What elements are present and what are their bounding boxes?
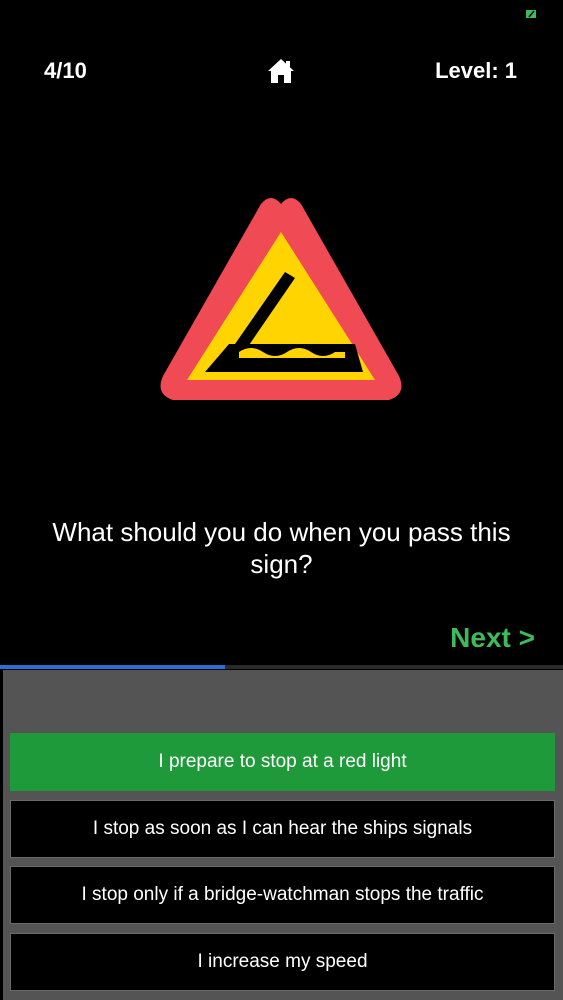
answer-option-4[interactable]: I increase my speed: [10, 933, 555, 991]
home-icon: [268, 59, 294, 83]
top-bar: 4/10 Level: 1: [0, 52, 563, 92]
answers-panel: I prepare to stop at a red light I stop …: [3, 670, 563, 1000]
answer-option-2[interactable]: I stop as soon as I can hear the ships s…: [10, 800, 555, 858]
home-button[interactable]: [266, 56, 296, 86]
next-button[interactable]: Next >: [450, 622, 535, 654]
quiz-progress-bar: [0, 665, 563, 669]
question-counter: 4/10: [44, 58, 87, 83]
question-text: What should you do when you pass this si…: [52, 517, 511, 579]
opening-bridge-warning-sign: [160, 198, 402, 400]
battery-icon: [526, 10, 536, 18]
level-indicator: Level: 1: [435, 58, 517, 83]
answer-option-3[interactable]: I stop only if a bridge-watchman stops t…: [10, 866, 555, 924]
quiz-progress-fill: [0, 665, 226, 669]
answer-option-1[interactable]: I prepare to stop at a red light: [10, 733, 555, 791]
road-sign-image: [155, 190, 407, 414]
